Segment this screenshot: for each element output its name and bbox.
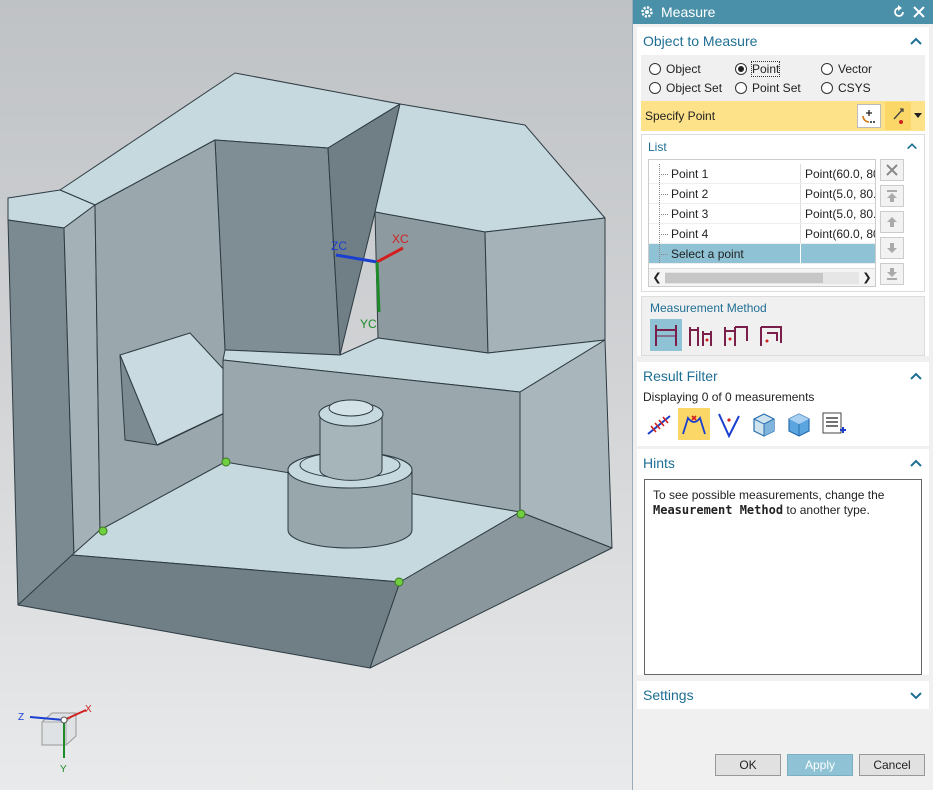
radio-object-set[interactable]: Object Set <box>649 81 735 95</box>
ok-button[interactable]: OK <box>715 754 781 776</box>
distance-method-icon[interactable] <box>650 319 682 351</box>
move-up-icon[interactable] <box>880 211 904 233</box>
result-filter-section: Result Filter Displaying 0 of 0 measurem… <box>637 362 929 446</box>
scroll-right-icon[interactable]: ❯ <box>859 271 875 284</box>
apply-button[interactable]: Apply <box>787 754 853 776</box>
dialog-title: Measure <box>661 4 716 20</box>
chevron-down-icon[interactable] <box>911 102 925 130</box>
list-action-buttons <box>880 159 906 287</box>
reset-icon[interactable] <box>891 4 907 20</box>
points-list: Point 1 Point(60.0, 80 Point 2 Point(5.0, … <box>648 159 876 287</box>
measurement-method-title: Measurement Method <box>650 301 767 315</box>
list-section: List Point 1 Point(60.0, 80 Point 2 Point(… <box>641 134 925 292</box>
list-title: List <box>648 140 667 154</box>
chevron-up-icon[interactable] <box>909 34 923 48</box>
object-type-radios: Object Point Vector Object Set Point Set… <box>641 55 925 101</box>
radio-point-set[interactable]: Point Set <box>735 81 821 95</box>
scroll-thumb[interactable] <box>665 272 823 283</box>
volume-filter-icon[interactable] <box>783 408 815 440</box>
point-marker-2 <box>98 526 108 536</box>
measurement-method-icons <box>650 319 918 351</box>
point-marker-4 <box>394 577 404 587</box>
section-title: Hints <box>643 455 675 471</box>
radio-object[interactable]: Object <box>649 62 735 76</box>
scroll-left-icon[interactable]: ❮ <box>649 271 665 284</box>
triad-z-label: Z <box>18 712 24 723</box>
radio-dot[interactable] <box>649 63 661 75</box>
cancel-button[interactable]: Cancel <box>859 754 925 776</box>
chevron-down-icon[interactable] <box>909 688 923 702</box>
distance-filter-icon[interactable] <box>643 408 675 440</box>
settings-section: Settings <box>637 681 929 709</box>
screen-distance-icon[interactable] <box>720 319 752 351</box>
displaying-count: Displaying 0 of 0 measurements <box>643 390 815 404</box>
list-row[interactable]: Point 4 Point(60.0, 80 <box>649 224 875 244</box>
minimum-clearance-icon[interactable] <box>755 319 787 351</box>
measure-dialog: Measure Object to Measure Object Point V… <box>632 0 933 790</box>
object-to-measure-section: Object to Measure Object Point Vector Ob… <box>637 27 929 356</box>
list-row-select-point[interactable]: Select a point <box>649 244 875 264</box>
move-to-top-icon[interactable] <box>880 185 904 207</box>
radio-dot[interactable] <box>649 82 661 94</box>
measurement-method-section: Measurement Method <box>641 296 925 356</box>
specify-point-row[interactable]: Specify Point <box>641 101 925 131</box>
section-title: Result Filter <box>643 368 718 384</box>
delete-icon[interactable] <box>880 159 904 181</box>
section-title: Object to Measure <box>643 33 758 49</box>
curve-length-icon[interactable] <box>713 408 745 440</box>
list-row[interactable]: Point 3Point(5.0, 80.0 <box>649 204 875 224</box>
chevron-up-icon[interactable] <box>909 456 923 470</box>
model-view: ZC XC YC Z X Y <box>7 72 613 775</box>
xc-label: XC <box>392 232 409 246</box>
radio-point[interactable]: Point <box>735 61 821 77</box>
horizontal-scrollbar[interactable]: ❮ ❯ <box>649 268 875 286</box>
dialog-titlebar: Measure <box>633 0 933 24</box>
radio-dot[interactable] <box>735 82 747 94</box>
section-title: Settings <box>643 687 694 703</box>
point-marker-1 <box>221 457 231 467</box>
point-dialog-icon[interactable] <box>857 104 881 128</box>
move-to-bottom-icon[interactable] <box>880 263 904 285</box>
radio-dot[interactable] <box>821 82 833 94</box>
settings-header[interactable]: Settings <box>637 681 929 709</box>
list-header[interactable]: List <box>642 135 924 159</box>
list-row[interactable]: Point 2Point(5.0, 80.0 <box>649 184 875 204</box>
close-icon[interactable] <box>911 4 927 20</box>
area-filter-icon[interactable] <box>748 408 780 440</box>
dialog-buttons: OK Apply Cancel <box>715 754 925 776</box>
add-filter-icon[interactable] <box>818 408 850 440</box>
hints-header[interactable]: Hints <box>637 449 929 477</box>
chevron-up-icon[interactable] <box>906 140 918 155</box>
triad-y-label: Y <box>60 764 67 775</box>
specify-point-label: Specify Point <box>645 109 716 123</box>
hints-section: Hints To see possible measurements, chan… <box>637 449 929 675</box>
hints-text-box: To see possible measurements, change the… <box>644 479 922 675</box>
triad-x-label: X <box>85 704 92 715</box>
list-row[interactable]: Point 1 Point(60.0, 80 <box>649 164 875 184</box>
scroll-track[interactable] <box>665 271 859 284</box>
graphics-viewport[interactable]: ZC XC YC Z X Y <box>0 0 632 790</box>
radio-vector[interactable]: Vector <box>821 62 911 76</box>
angle-filter-icon[interactable] <box>678 408 710 440</box>
move-down-icon[interactable] <box>880 237 904 259</box>
object-to-measure-header[interactable]: Object to Measure <box>637 27 929 55</box>
point-marker-3 <box>516 509 526 519</box>
inferred-point-icon[interactable] <box>885 102 911 130</box>
radio-csys[interactable]: CSYS <box>821 81 911 95</box>
projected-distance-icon[interactable] <box>685 319 717 351</box>
radio-dot[interactable] <box>821 63 833 75</box>
result-filter-header[interactable]: Result Filter <box>637 362 929 390</box>
gear-icon <box>639 4 655 20</box>
zc-label: ZC <box>331 239 347 253</box>
view-triad: Z X Y <box>18 704 92 775</box>
yc-label: YC <box>360 317 377 331</box>
result-filter-icons <box>637 408 929 446</box>
radio-dot[interactable] <box>735 63 747 75</box>
chevron-up-icon[interactable] <box>909 369 923 383</box>
